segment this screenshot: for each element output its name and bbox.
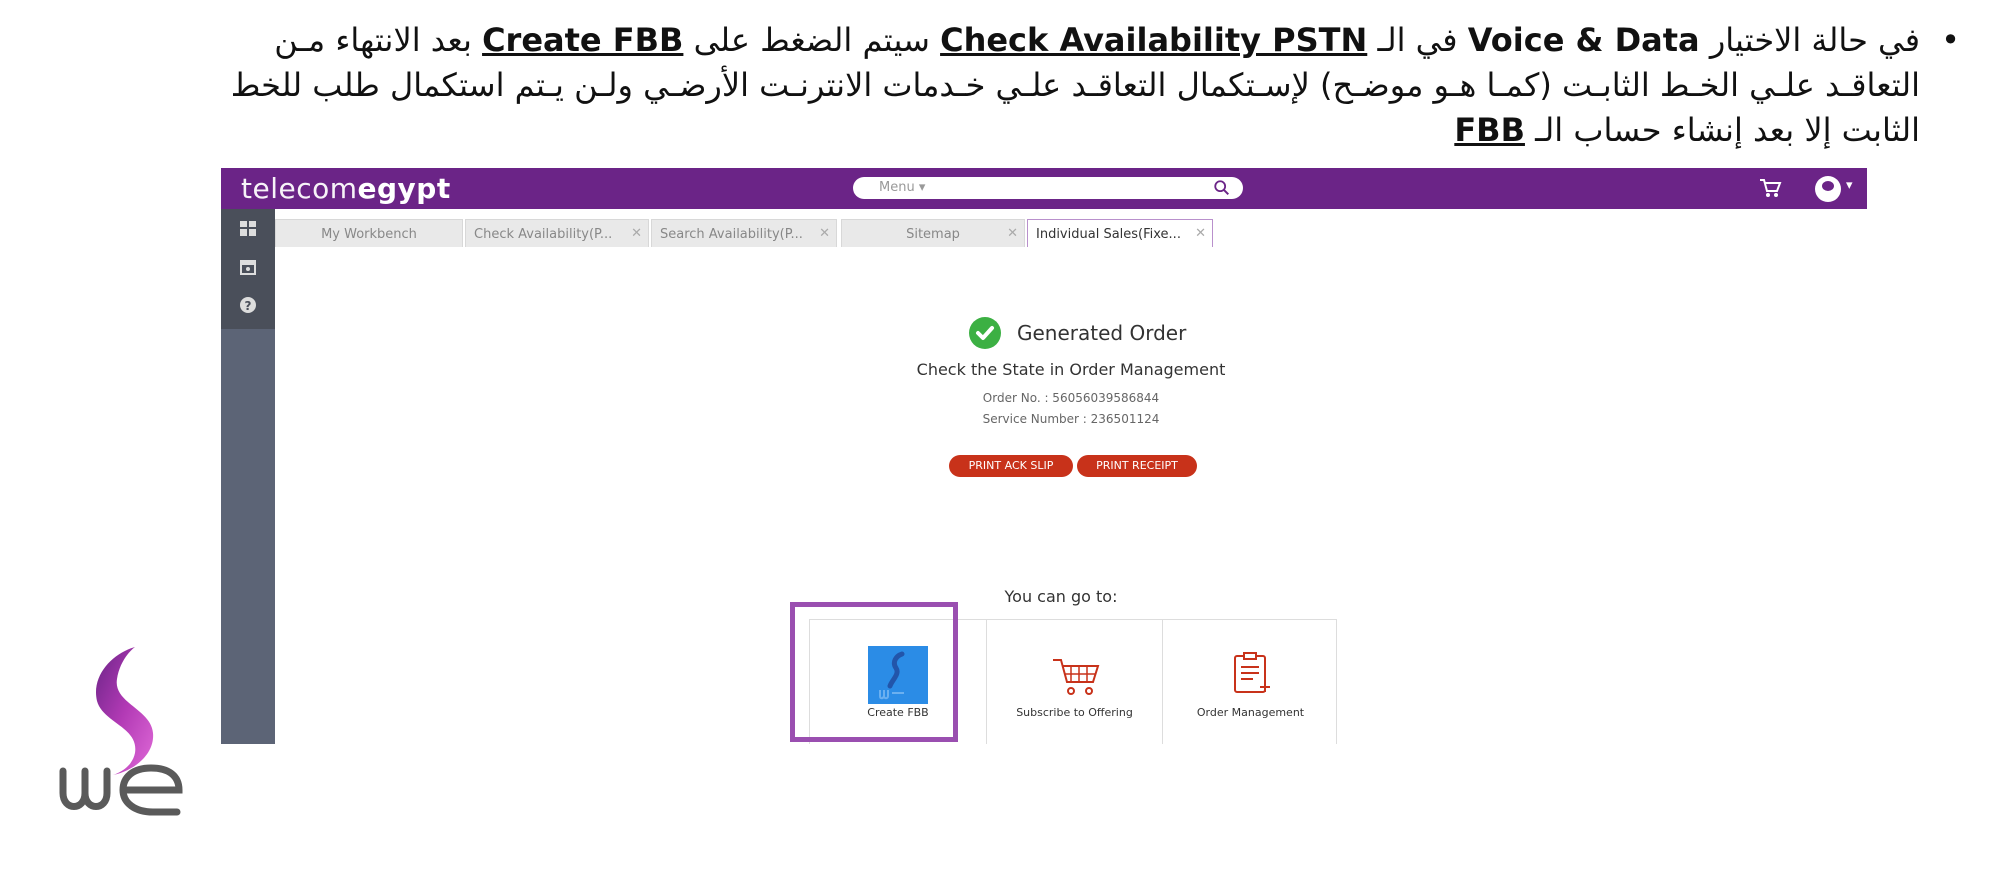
- print-ack-slip-button[interactable]: PRINT ACK SLIP: [949, 455, 1073, 477]
- dashboard-icon[interactable]: [238, 219, 258, 239]
- check-availability-term: Check Availability PSTN: [940, 21, 1368, 59]
- service-number: Service Number : 236501124: [982, 412, 1160, 426]
- close-icon[interactable]: ✕: [1195, 226, 1206, 241]
- telecom-egypt-logo: telecomegypt: [241, 172, 451, 205]
- tab-my-workbench[interactable]: My Workbench: [275, 219, 463, 247]
- bullet: •: [1941, 21, 1960, 59]
- help-icon[interactable]: ?: [238, 295, 258, 315]
- svg-text:?: ?: [245, 299, 252, 313]
- cart-icon[interactable]: [1758, 177, 1782, 199]
- search-icon[interactable]: [1213, 179, 1231, 197]
- we-logo: [59, 647, 183, 816]
- subscribe-offering-option[interactable]: Subscribe to Offering: [986, 620, 1162, 744]
- tab-check-availability[interactable]: Check Availability(P... ✕: [465, 219, 649, 247]
- tab-label: My Workbench: [321, 227, 417, 242]
- tab-label: Sitemap: [906, 227, 960, 242]
- tab-sitemap[interactable]: Sitemap ✕: [841, 219, 1025, 247]
- go-to-heading: You can go to:: [1004, 587, 1118, 606]
- page-title: Generated Order: [1017, 321, 1187, 345]
- menu-search-input[interactable]: Menu ▾: [853, 177, 1243, 199]
- print-receipt-button[interactable]: PRINT RECEIPT: [1077, 455, 1197, 477]
- highlight-box: [790, 602, 958, 742]
- main-content: Generated Order Check the State in Order…: [275, 247, 1867, 744]
- success-check-icon: [969, 317, 1001, 349]
- tab-search-availability[interactable]: Search Availability(P... ✕: [651, 219, 837, 247]
- fbb-term: FBB: [1454, 111, 1525, 149]
- voice-data-term: Voice & Data: [1467, 21, 1700, 59]
- instruction-text: • في حالة الاختيار Voice & Data في الـ C…: [200, 18, 1960, 153]
- user-avatar-icon[interactable]: [1815, 176, 1841, 202]
- create-fbb-term: Create FBB: [482, 21, 684, 59]
- tab-bar: My Workbench Check Availability(P... ✕ Se…: [275, 209, 1867, 248]
- top-bar: telecomegypt Menu ▾ ▾: [221, 168, 1867, 209]
- app-screenshot: telecomegypt Menu ▾ ▾ ? My Workbench Che…: [221, 168, 1867, 744]
- logo-light: telecom: [241, 172, 358, 205]
- left-sidebar: ?: [221, 209, 275, 744]
- subscribe-offering-label: Subscribe to Offering: [1016, 706, 1133, 719]
- close-icon[interactable]: ✕: [631, 226, 642, 241]
- close-icon[interactable]: ✕: [1007, 226, 1018, 241]
- close-icon[interactable]: ✕: [819, 226, 830, 241]
- order-management-option[interactable]: Order Management: [1162, 620, 1338, 744]
- order-subtitle: Check the State in Order Management: [916, 360, 1226, 379]
- instruction-part: سيتم الضغط على: [683, 21, 941, 59]
- archive-icon[interactable]: [238, 257, 258, 277]
- tab-label: Search Availability(P...: [660, 227, 803, 242]
- tab-label: Individual Sales(Fixe...: [1036, 227, 1181, 242]
- order-management-label: Order Management: [1196, 706, 1305, 719]
- logo-bold: egypt: [357, 172, 451, 205]
- instruction-part: في الـ: [1367, 21, 1468, 59]
- tab-individual-sales[interactable]: Individual Sales(Fixe... ✕: [1027, 219, 1213, 247]
- chevron-down-icon[interactable]: ▾: [1846, 178, 1853, 193]
- instruction-part: في حالة الاختيار: [1699, 21, 1920, 59]
- cart-icon: [1053, 659, 1100, 695]
- tab-label: Check Availability(P...: [474, 227, 613, 242]
- order-number: Order No. : 56056039586844: [982, 391, 1160, 405]
- menu-label: Menu ▾: [879, 180, 926, 195]
- clipboard-icon: [1234, 652, 1270, 693]
